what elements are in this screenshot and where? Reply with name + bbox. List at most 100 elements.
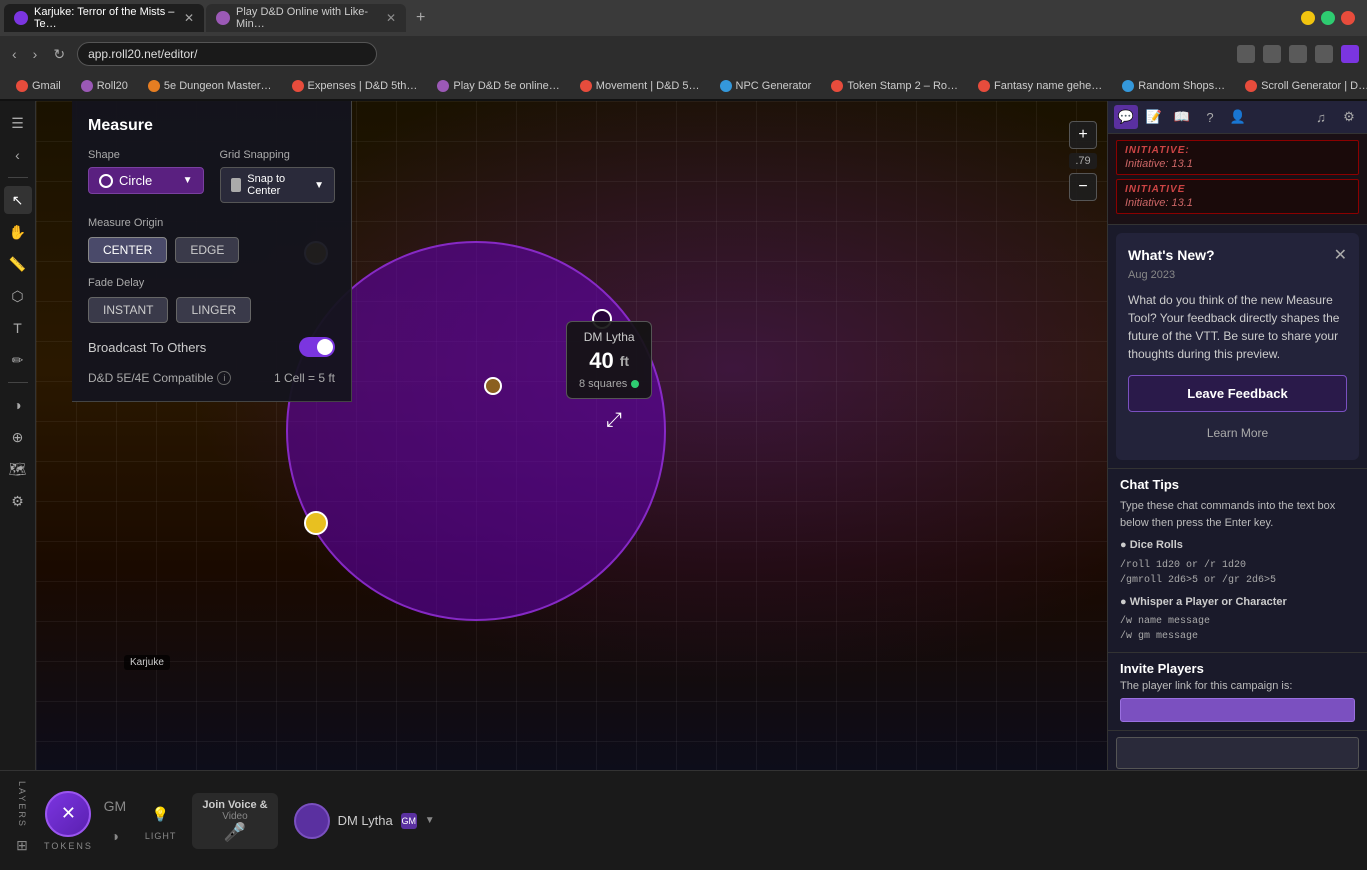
bookmark-icon	[1245, 80, 1257, 92]
profile-icon[interactable]	[1341, 45, 1359, 63]
token-layer-btn[interactable]: ✕	[45, 791, 91, 837]
character-tab-btn[interactable]: 👤	[1226, 105, 1250, 129]
minimize-btn[interactable]	[1301, 11, 1315, 25]
circle-icon	[99, 174, 113, 188]
extension-icon-1[interactable]	[1237, 45, 1255, 63]
tab-inactive[interactable]: Play D&D Online with Like-Min… ✕	[206, 4, 406, 32]
tool-collapse[interactable]: ‹	[4, 141, 32, 169]
toolbar-separator	[8, 177, 28, 178]
tool-menu[interactable]: ☰	[4, 109, 32, 137]
bookmark-movement[interactable]: Movement | D&D 5…	[572, 78, 708, 94]
tool-map[interactable]: 🗺	[4, 455, 32, 483]
tooltip-squares: 8 squares	[579, 378, 639, 390]
chevron-down-icon-2: ▼	[314, 180, 324, 191]
origin-center-btn[interactable]: CENTER	[88, 237, 167, 263]
tool-target[interactable]: ⊕	[4, 423, 32, 451]
address-input[interactable]	[77, 42, 377, 66]
broadcast-toggle[interactable]	[299, 337, 335, 357]
bookmark-token-stamp[interactable]: Token Stamp 2 – Ro…	[823, 78, 966, 94]
tab-close-btn-2[interactable]: ✕	[386, 11, 396, 25]
chat-tips-body: Type these chat commands into the text b…	[1120, 498, 1355, 644]
bookmark-npc-gen[interactable]: NPC Generator	[712, 78, 820, 94]
jukebox-btn[interactable]: ♫	[1309, 105, 1333, 129]
bookmark-random-shops[interactable]: Random Shops…	[1114, 78, 1233, 94]
fade-linger-btn[interactable]: LINGER	[176, 297, 251, 323]
bookmark-expenses[interactable]: Expenses | D&D 5th…	[284, 78, 426, 94]
bookmark-play-dnd[interactable]: Play D&D 5e online…	[429, 78, 567, 94]
bookmark-scroll-gen[interactable]: Scroll Generator | D…	[1237, 78, 1367, 94]
tool-text[interactable]: T	[4, 314, 32, 342]
extension-icon-3[interactable]	[1289, 45, 1307, 63]
tab-close-btn[interactable]: ✕	[184, 11, 194, 25]
snap-select[interactable]: Snap to Center ▼	[220, 167, 336, 203]
bookmark-icon	[1122, 80, 1134, 92]
whats-new-panel: What's New? ✕ Aug 2023 What do you think…	[1116, 233, 1359, 460]
dm-name: DM Lytha	[338, 813, 393, 828]
bookmark-roll20[interactable]: Roll20	[73, 78, 136, 94]
chat-text-input[interactable]	[1116, 737, 1359, 769]
chat-tips-title: Chat Tips	[1120, 477, 1355, 492]
grid-snapping-label: Grid Snapping	[220, 149, 336, 161]
address-bar: ‹ › ↻	[0, 36, 1367, 72]
token-brown[interactable]	[484, 377, 502, 395]
whats-new-title: What's New?	[1128, 247, 1215, 263]
gm-tool-1[interactable]: GM	[101, 792, 129, 820]
tooltip-token-name: DM Lytha	[579, 330, 639, 344]
origin-edge-btn[interactable]: EDGE	[175, 237, 239, 263]
help-tab-btn[interactable]: ?	[1198, 105, 1222, 129]
refresh-btn[interactable]: ↻	[49, 44, 69, 65]
tool-shape[interactable]: ⬡	[4, 282, 32, 310]
dm-avatar-section: DM Lytha GM ▼	[294, 803, 435, 839]
canvas-area[interactable]: Measure Shape Circle ▼ Grid Snapping Sna…	[36, 101, 1107, 770]
shape-select[interactable]: Circle ▼	[88, 167, 204, 194]
leave-feedback-btn[interactable]: Leave Feedback	[1128, 375, 1347, 412]
layers-btn[interactable]: ⊞	[8, 832, 36, 860]
whats-new-close-btn[interactable]: ✕	[1334, 245, 1347, 265]
tool-move[interactable]: ✋	[4, 218, 32, 246]
tab-favicon-2	[216, 11, 230, 25]
chevron-down-icon: ▼	[183, 175, 193, 186]
extension-icon-4[interactable]	[1315, 45, 1333, 63]
chat-tip-dice-cmd2: /gmroll 2d6>5 or /gr 2d6>5	[1120, 573, 1355, 588]
zoom-in-btn[interactable]: +	[1069, 121, 1097, 149]
app-container: ☰ ‹ ↖ ✋ 📏 ⬡ T ✏ ◑ ⊕ 🗺 ⚙ Measure Shape Ci…	[0, 101, 1367, 770]
chat-tip-whisper: ● Whisper a Player or Character	[1120, 594, 1355, 611]
compendium-tab-btn[interactable]: 📖	[1170, 105, 1194, 129]
close-btn[interactable]	[1341, 11, 1355, 25]
browser-chrome: Karjuke: Terror of the Mists – Te… ✕ Pla…	[0, 0, 1367, 101]
light-tool[interactable]: 💡	[147, 801, 175, 829]
extension-icon-2[interactable]	[1263, 45, 1281, 63]
tool-draw[interactable]: ✏	[4, 346, 32, 374]
new-tab-btn[interactable]: +	[408, 5, 433, 31]
gm-tool-2[interactable]: ◑	[101, 822, 129, 850]
settings-btn[interactable]: ⚙	[1337, 105, 1361, 129]
voice-title: Join Voice &	[202, 799, 267, 811]
token-section: ✕ TOKENS	[44, 791, 93, 851]
token-yellow-2[interactable]	[304, 511, 328, 535]
bookmark-dungeon-master[interactable]: 5e Dungeon Master…	[140, 78, 280, 94]
journal-tab-btn[interactable]: 📝	[1142, 105, 1166, 129]
invite-link-field[interactable]	[1120, 698, 1355, 722]
tool-fog[interactable]: ◑	[4, 391, 32, 419]
bookmark-gmail[interactable]: Gmail	[8, 78, 69, 94]
learn-more-btn[interactable]: Learn More	[1128, 418, 1347, 448]
zoom-out-btn[interactable]: −	[1069, 173, 1097, 201]
dm-badge: GM	[401, 813, 417, 829]
fade-instant-btn[interactable]: INSTANT	[88, 297, 168, 323]
tab-active[interactable]: Karjuke: Terror of the Mists – Te… ✕	[4, 4, 204, 32]
forward-btn[interactable]: ›	[29, 44, 42, 64]
tool-select[interactable]: ↖	[4, 186, 32, 214]
bookmark-fantasy-name[interactable]: Fantasy name gehe…	[970, 78, 1110, 94]
shape-group: Shape Circle ▼	[88, 149, 204, 203]
chat-tab-btn[interactable]: 💬	[1114, 105, 1138, 129]
tool-settings[interactable]: ⚙	[4, 487, 32, 515]
init-label-prefix-1: Initiative:	[1125, 158, 1171, 170]
voice-video-box[interactable]: Join Voice & Video 🎤	[192, 793, 277, 849]
back-btn[interactable]: ‹	[8, 44, 21, 64]
init-label-prefix-2: Initiative:	[1125, 197, 1171, 209]
info-icon[interactable]: i	[217, 371, 231, 385]
maximize-btn[interactable]	[1321, 11, 1335, 25]
chevron-down-icon[interactable]: ▼	[425, 815, 435, 826]
tool-ruler[interactable]: 📏	[4, 250, 32, 278]
invite-players-section: Invite Players The player link for this …	[1108, 652, 1367, 730]
